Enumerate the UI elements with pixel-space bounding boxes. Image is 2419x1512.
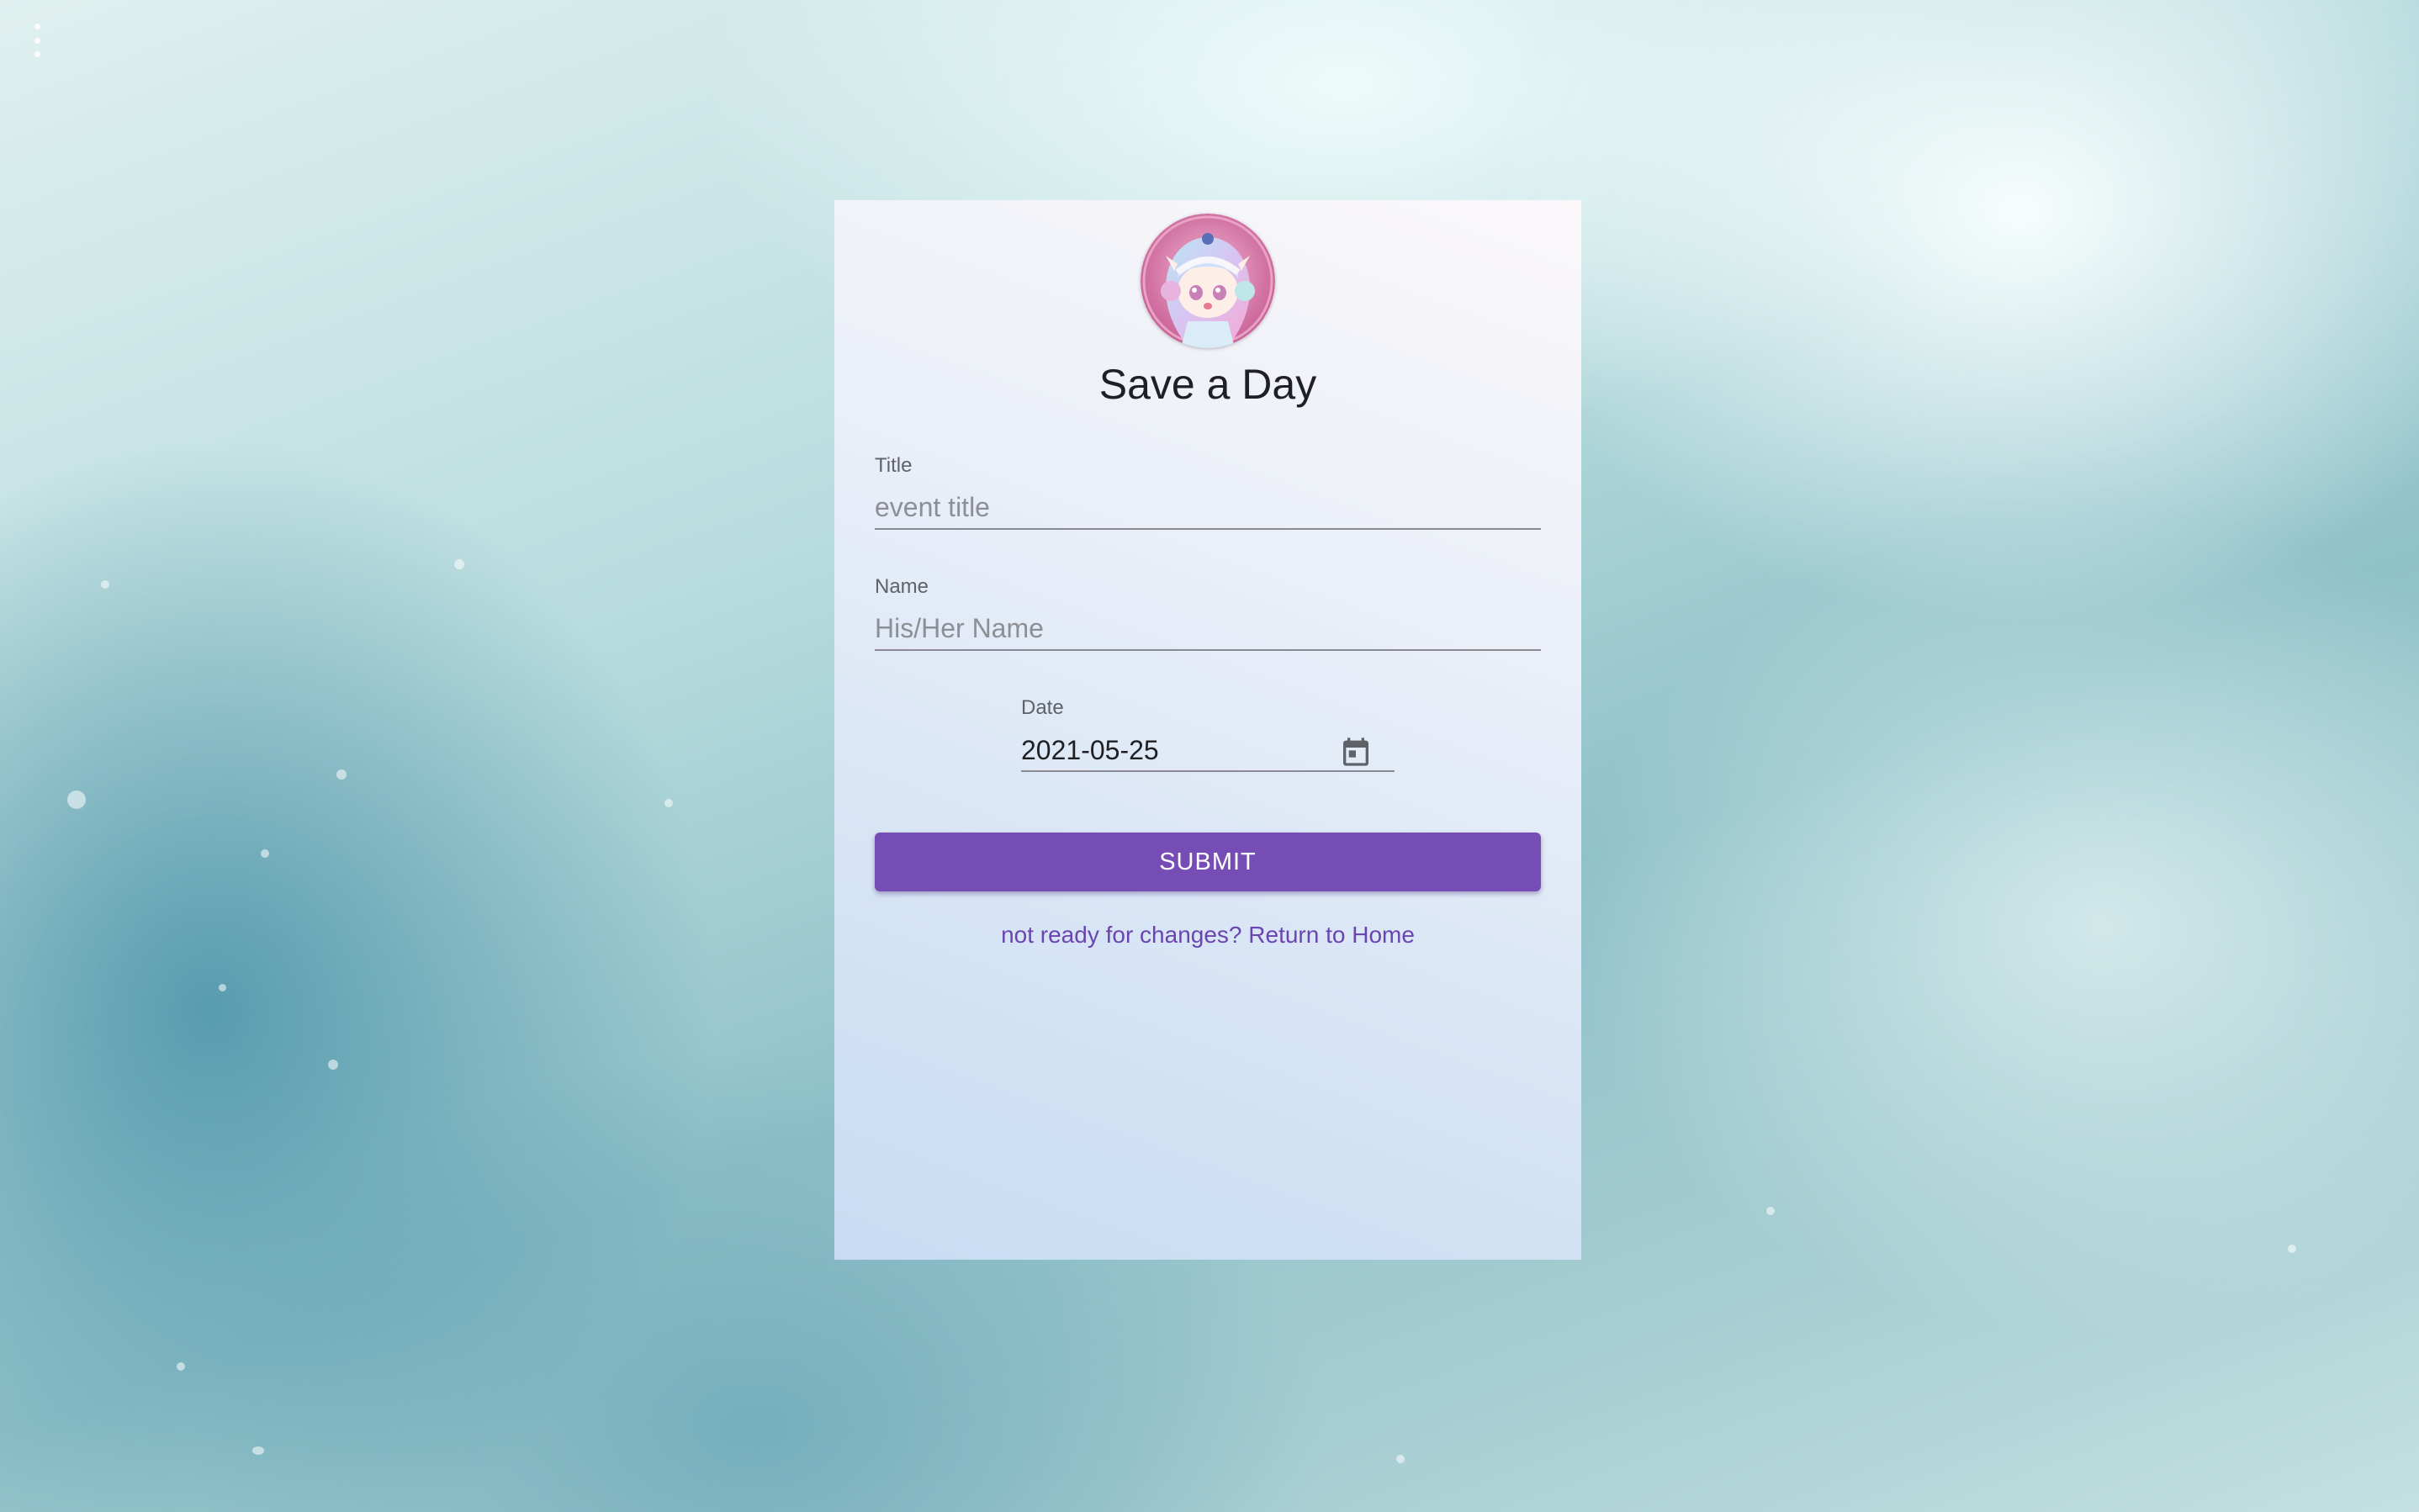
- vertical-dots-icon[interactable]: [29, 24, 45, 57]
- dot: [34, 37, 40, 44]
- background-speck: [261, 849, 269, 858]
- background-speck: [328, 1060, 338, 1070]
- background-speck: [1766, 1207, 1775, 1215]
- background-speck: [67, 790, 86, 809]
- title-input[interactable]: [875, 486, 1541, 530]
- background-speck: [454, 559, 464, 569]
- calendar-icon[interactable]: [1339, 735, 1373, 769]
- avatar: [1141, 214, 1275, 348]
- dot: [34, 24, 40, 29]
- name-input[interactable]: [875, 607, 1541, 651]
- date-value[interactable]: 2021-05-25: [1021, 728, 1159, 772]
- page-title: Save a Day: [1098, 361, 1317, 408]
- background-speck: [177, 1362, 185, 1371]
- submit-button[interactable]: SUBMIT: [875, 833, 1541, 891]
- date-label: Date: [1021, 696, 1064, 719]
- title-label: Title: [875, 454, 913, 477]
- background-speck: [219, 984, 226, 991]
- return-home-link[interactable]: not ready for changes? Return to Home: [834, 922, 1581, 949]
- date-field[interactable]: Date 2021-05-25: [1021, 696, 1395, 774]
- background-speck: [101, 580, 109, 589]
- date-underline: [1021, 770, 1395, 772]
- background-speck: [1396, 1455, 1405, 1463]
- background-speck: [252, 1446, 264, 1455]
- avatar-image: [1141, 214, 1275, 348]
- dot: [34, 51, 40, 57]
- save-day-card: Save a Day Title Name Date 2021-05-25 SU…: [834, 200, 1581, 1260]
- background-speck: [336, 769, 347, 780]
- name-label: Name: [875, 575, 929, 598]
- name-field: Name: [875, 575, 1541, 653]
- title-field: Title: [875, 454, 1541, 531]
- background-speck: [2288, 1245, 2296, 1253]
- background-speck: [664, 799, 673, 807]
